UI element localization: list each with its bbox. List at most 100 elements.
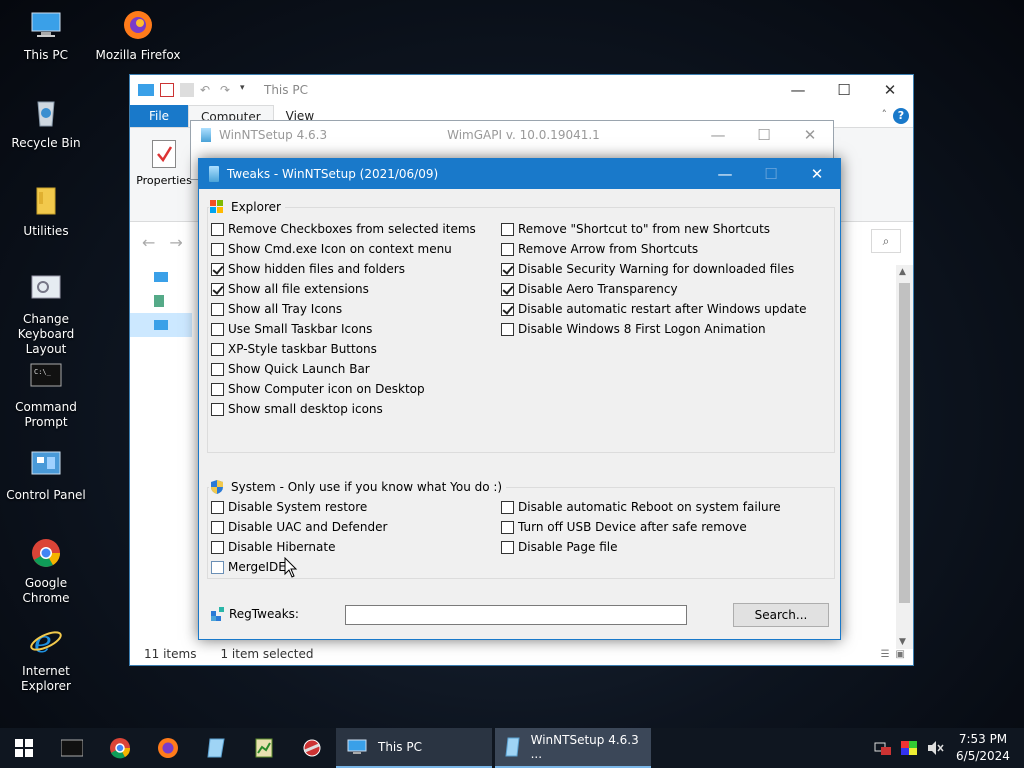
desktop-icon-command-prompt[interactable]: C:\_ Command Prompt	[0, 360, 92, 430]
search-button[interactable]: Search...	[733, 603, 829, 627]
checkbox-checked[interactable]	[501, 262, 514, 276]
tweak-checkbox[interactable]: Disable Aero Transparency	[501, 281, 678, 297]
large-icons-view-icon[interactable]: ▣	[896, 649, 905, 660]
checkbox-unchecked[interactable]	[501, 322, 514, 336]
taskbar-tool[interactable]	[288, 728, 336, 768]
checkbox-unchecked[interactable]	[211, 382, 224, 396]
tree-item-this-pc[interactable]	[130, 313, 192, 337]
tweak-checkbox[interactable]: Disable System restore	[211, 499, 367, 515]
search-icon[interactable]: ⌕	[871, 229, 901, 253]
checkbox-checked[interactable]	[501, 282, 514, 296]
back-arrow-icon[interactable]: ←	[142, 233, 155, 252]
regtweaks-input[interactable]	[345, 605, 687, 625]
taskbar-notepad[interactable]	[240, 728, 288, 768]
tweak-checkbox[interactable]: Disable Page file	[501, 539, 617, 555]
help-icon[interactable]: ?	[893, 108, 909, 124]
desktop-icon-recycle-bin[interactable]: Recycle Bin	[0, 96, 92, 151]
close-button[interactable]: ✕	[787, 126, 833, 144]
forward-arrow-icon[interactable]: →	[169, 233, 182, 252]
tab-file[interactable]: File	[130, 105, 188, 127]
start-button[interactable]	[0, 728, 48, 768]
close-button[interactable]: ✕	[794, 159, 840, 189]
tweak-checkbox[interactable]: Show Quick Launch Bar	[211, 361, 370, 377]
winntsetup-title-bar[interactable]: WinNTSetup 4.6.3 WimGAPI v. 10.0.19041.1…	[191, 121, 833, 149]
desktop-icon-chrome[interactable]: Google Chrome	[0, 536, 92, 606]
taskbar-task-winntsetup[interactable]: WinNTSetup 4.6.3 ...	[495, 728, 651, 768]
minimize-button[interactable]: —	[695, 126, 741, 144]
taskbar-firefox[interactable]	[144, 728, 192, 768]
volume-muted-icon[interactable]	[926, 740, 944, 756]
vertical-scrollbar[interactable]: ▲ ▼	[896, 265, 913, 649]
checkbox-unchecked[interactable]	[211, 342, 224, 356]
checkbox-unchecked[interactable]	[211, 222, 224, 236]
tweak-checkbox[interactable]: Disable automatic Reboot on system failu…	[501, 499, 781, 515]
tweak-checkbox[interactable]: XP-Style taskbar Buttons	[211, 341, 377, 357]
tweak-checkbox[interactable]: Disable Hibernate	[211, 539, 335, 555]
tweak-checkbox[interactable]: Show hidden files and folders	[211, 261, 405, 277]
taskbar-command-prompt[interactable]	[48, 728, 96, 768]
tweak-checkbox[interactable]: Show Cmd.exe Icon on context menu	[211, 241, 452, 257]
tweak-checkbox[interactable]: Remove Checkboxes from selected items	[211, 221, 476, 237]
taskbar-chrome[interactable]	[96, 728, 144, 768]
desktop-icon-internet-explorer[interactable]: e Internet Explorer	[0, 624, 92, 694]
checkbox-unchecked[interactable]	[501, 520, 514, 534]
taskbar-winntsetup[interactable]	[192, 728, 240, 768]
tweak-checkbox[interactable]: Show small desktop icons	[211, 401, 383, 417]
checkbox-unchecked[interactable]	[501, 222, 514, 236]
checkbox-unchecked[interactable]	[211, 302, 224, 316]
details-view-icon[interactable]: ☰	[881, 649, 890, 660]
clock[interactable]: 7:53 PM 6/5/2024	[952, 731, 1014, 765]
desktop-icon-control-panel[interactable]: Control Panel	[0, 448, 92, 503]
tweak-checkbox[interactable]: MergeIDE	[211, 559, 286, 575]
desktop-icon-keyboard-layout[interactable]: Change Keyboard Layout	[0, 272, 92, 357]
tweak-checkbox[interactable]: Use Small Taskbar Icons	[211, 321, 372, 337]
taskbar-task-this-pc[interactable]: This PC	[336, 728, 492, 768]
tweak-checkbox[interactable]: Turn off USB Device after safe remove	[501, 519, 747, 535]
maximize-button[interactable]: ☐	[748, 159, 794, 189]
chevron-down-icon[interactable]: ▾	[240, 83, 254, 97]
close-button[interactable]: ✕	[867, 75, 913, 105]
checkbox-checked[interactable]	[211, 282, 224, 296]
desktop-icon-utilities[interactable]: Utilities	[0, 184, 92, 239]
tweak-checkbox[interactable]: Disable UAC and Defender	[211, 519, 387, 535]
checkbox-unchecked[interactable]	[501, 500, 514, 514]
checkbox-checked[interactable]	[211, 262, 224, 276]
desktop-icon-firefox[interactable]: Mozilla Firefox	[92, 8, 184, 63]
checkbox-unchecked[interactable]	[501, 242, 514, 256]
checkbox-unchecked[interactable]	[211, 322, 224, 336]
checkbox-unchecked[interactable]	[211, 402, 224, 416]
checkbox-unchecked[interactable]	[211, 520, 224, 534]
maximize-button[interactable]: ☐	[821, 75, 867, 105]
tweak-checkbox[interactable]: Show all Tray Icons	[211, 301, 342, 317]
checkbox-unchecked[interactable]	[211, 362, 224, 376]
color-display-icon[interactable]	[900, 740, 918, 756]
tweak-checkbox[interactable]: Show Computer icon on Desktop	[211, 381, 425, 397]
new-folder-icon[interactable]	[180, 83, 194, 97]
desktop-icon-this-pc[interactable]: This PC	[0, 8, 92, 63]
checkbox-unchecked[interactable]	[501, 540, 514, 554]
tweaks-title-bar[interactable]: Tweaks - WinNTSetup (2021/06/09) — ☐ ✕	[199, 159, 840, 189]
undo-icon[interactable]: ↶	[200, 83, 214, 97]
checkbox-checked[interactable]	[501, 302, 514, 316]
tweak-checkbox[interactable]: Show all file extensions	[211, 281, 369, 297]
tree-item-user[interactable]	[130, 289, 192, 313]
network-icon[interactable]	[874, 740, 892, 756]
scrollbar-thumb[interactable]	[899, 283, 910, 603]
checkbox-unchecked[interactable]	[211, 560, 224, 574]
scroll-up-icon[interactable]: ▲	[899, 267, 906, 277]
minimize-button[interactable]: —	[702, 159, 748, 189]
redo-icon[interactable]: ↷	[220, 83, 234, 97]
properties-button[interactable]: Properties	[136, 140, 192, 187]
checkbox-unchecked[interactable]	[211, 242, 224, 256]
properties-icon[interactable]	[160, 83, 174, 97]
checkbox-unchecked[interactable]	[211, 540, 224, 554]
tree-item-desktop[interactable]	[130, 265, 192, 289]
minimize-button[interactable]: —	[775, 75, 821, 105]
tweak-checkbox[interactable]: Disable Security Warning for downloaded …	[501, 261, 794, 277]
explorer-title-bar[interactable]: ↶ ↷ ▾ This PC — ☐ ✕	[130, 75, 913, 105]
tweak-checkbox[interactable]: Disable automatic restart after Windows …	[501, 301, 807, 317]
tweak-checkbox[interactable]: Remove Arrow from Shortcuts	[501, 241, 698, 257]
tweak-checkbox[interactable]: Remove "Shortcut to" from new Shortcuts	[501, 221, 770, 237]
maximize-button[interactable]: ☐	[741, 126, 787, 144]
checkbox-unchecked[interactable]	[211, 500, 224, 514]
